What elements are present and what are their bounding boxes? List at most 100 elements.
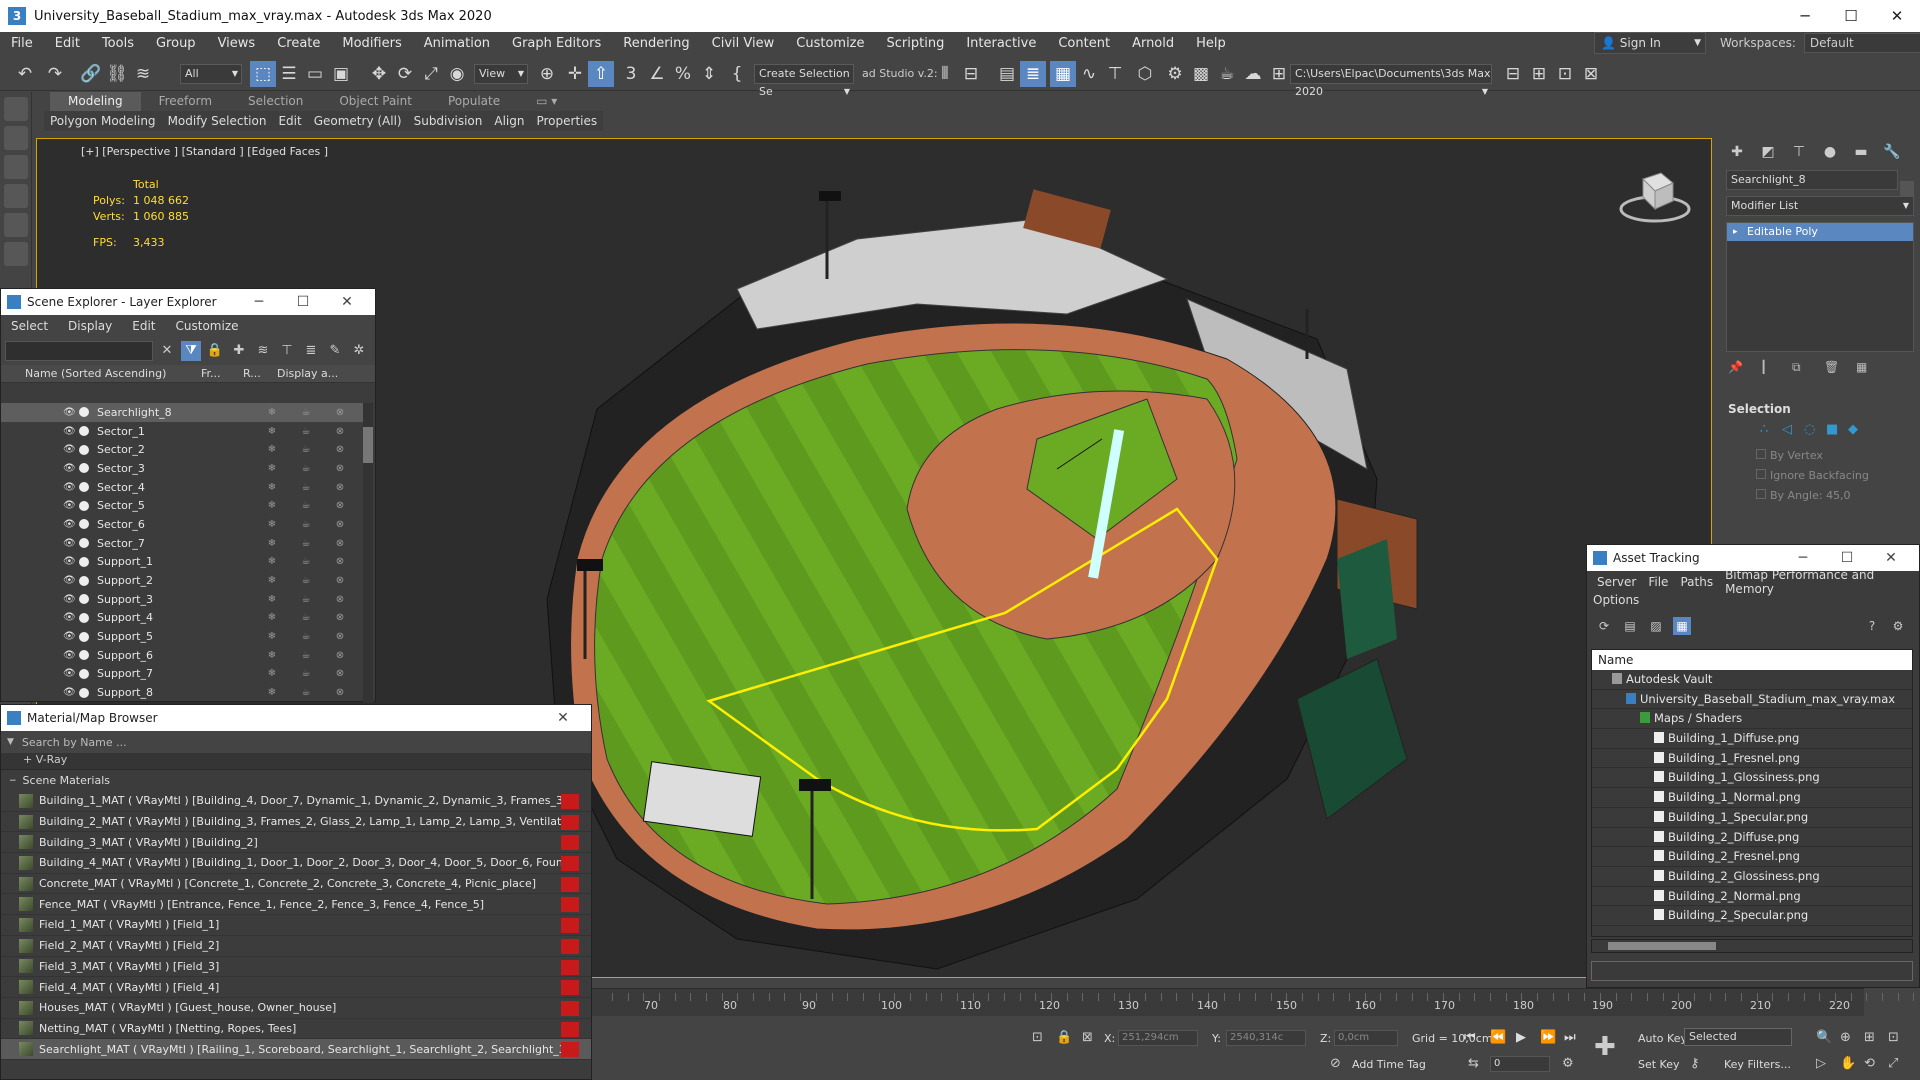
- display-box-icon[interactable]: ⊗: [323, 519, 357, 530]
- panel-subdivision[interactable]: Subdivision: [408, 111, 489, 131]
- selection-rollout-title[interactable]: Selection: [1720, 402, 1920, 422]
- vray-group[interactable]: + V-Ray: [1, 753, 591, 769]
- display-box-icon[interactable]: ⊗: [323, 463, 357, 474]
- display-box-icon[interactable]: ⊗: [323, 631, 357, 642]
- asset-hscrollbar[interactable]: [1591, 939, 1913, 953]
- render-teapot-icon[interactable]: ☕: [289, 668, 323, 679]
- scene-object-row[interactable]: 👁 Support_5 ❄ ☕ ⊗: [1, 627, 363, 646]
- visibility-eye-icon[interactable]: 👁: [63, 407, 76, 418]
- freeze-icon[interactable]: ❄: [255, 631, 289, 642]
- visibility-eye-icon[interactable]: 👁: [63, 538, 76, 549]
- key-icon[interactable]: ⚷: [1690, 1056, 1700, 1071]
- se-menu-customize[interactable]: Customize: [166, 319, 249, 333]
- add-layer-icon[interactable]: ✚: [229, 341, 249, 361]
- menu-views[interactable]: Views: [207, 36, 267, 51]
- menu-group[interactable]: Group: [145, 36, 207, 51]
- visibility-eye-icon[interactable]: 👁: [63, 594, 76, 605]
- asset-path-field[interactable]: [1591, 961, 1913, 981]
- collapse-icon[interactable]: ▼: [7, 737, 14, 747]
- filter-icon[interactable]: ⧩: [181, 341, 201, 361]
- asset-row[interactable]: Building_2_Diffuse.png: [1592, 828, 1912, 848]
- window-crossing-icon[interactable]: ▣: [328, 61, 354, 87]
- move-icon[interactable]: ✥: [366, 61, 392, 87]
- tab-freeform[interactable]: Freeform: [141, 92, 230, 111]
- asset-row[interactable]: University_Baseball_Stadium_max_vray.max: [1592, 690, 1912, 710]
- zoom-extents-icon[interactable]: ⊞: [1864, 1030, 1875, 1045]
- ribbon-options-icon[interactable]: ▭ ▾: [518, 92, 575, 111]
- menu-scripting[interactable]: Scripting: [876, 36, 956, 51]
- freeze-icon[interactable]: ❄: [255, 612, 289, 623]
- material-row[interactable]: Fence_MAT ( VRayMtl ) [Entrance, Fence_1…: [1, 894, 591, 916]
- asset-row[interactable]: Building_2_Fresnel.png: [1592, 847, 1912, 867]
- y-coordinate-field[interactable]: 2540,314c: [1226, 1030, 1306, 1046]
- material-browser-titlebar[interactable]: Material/Map Browser ✕: [1, 705, 591, 731]
- create-tab-icon[interactable]: ✚: [1726, 141, 1748, 163]
- play-icon[interactable]: ▶: [1516, 1030, 1526, 1045]
- time-config-icon[interactable]: ⚙: [1562, 1056, 1574, 1071]
- object-name-field[interactable]: Searchlight_8: [1726, 170, 1898, 190]
- absolute-mode-icon[interactable]: ⊠: [1082, 1030, 1093, 1045]
- display-box-icon[interactable]: ⊗: [323, 538, 357, 549]
- rect-selection-icon[interactable]: ▭: [302, 61, 328, 87]
- close-icon[interactable]: ✕: [541, 710, 585, 726]
- vertex-icon[interactable]: ∴: [1760, 422, 1782, 446]
- orbit-icon[interactable]: ⟲: [1864, 1056, 1875, 1071]
- modify-tab-icon[interactable]: ◩: [1757, 141, 1779, 163]
- schematic-view-icon[interactable]: ⊤: [1102, 61, 1128, 87]
- material-row[interactable]: Building_2_MAT ( VRayMtl ) [Building_3, …: [1, 812, 591, 833]
- viewport-label[interactable]: [+] [Perspective ] [Standard ] [Edged Fa…: [81, 145, 328, 158]
- display-box-icon[interactable]: ⊗: [323, 612, 357, 623]
- display-box-icon[interactable]: ⊗: [323, 650, 357, 661]
- freeze-icon[interactable]: ❄: [255, 556, 289, 567]
- panel-edit[interactable]: Edit: [272, 111, 307, 131]
- select-manipulate-icon[interactable]: ✛: [562, 61, 588, 87]
- menu-customize[interactable]: Customize: [785, 36, 875, 51]
- keyboard-shortcut-override-icon[interactable]: ⇧: [588, 61, 614, 87]
- visibility-eye-icon[interactable]: 👁: [63, 426, 76, 437]
- scene-explorer-titlebar[interactable]: Scene Explorer - Layer Explorer ─ ☐ ✕: [1, 289, 375, 315]
- at-menu-server[interactable]: Server: [1591, 575, 1642, 589]
- layers-icon[interactable]: ≋: [253, 341, 273, 361]
- freeze-icon[interactable]: ❄: [255, 594, 289, 605]
- edit-named-selection-icon[interactable]: {: [724, 61, 750, 87]
- panel-modify-selection[interactable]: Modify Selection: [162, 111, 273, 131]
- workspaces-dropdown[interactable]: Default: [1803, 33, 1920, 53]
- set-key-button[interactable]: Set Key: [1638, 1058, 1680, 1071]
- reference-coordinate-dropdown[interactable]: View ▼: [474, 64, 528, 84]
- render-teapot-icon[interactable]: ☕: [289, 556, 323, 567]
- asset-col-name[interactable]: Name: [1592, 650, 1912, 670]
- freeze-icon[interactable]: ❄: [255, 444, 289, 455]
- panel-align[interactable]: Align: [488, 111, 530, 131]
- se-menu-edit[interactable]: Edit: [122, 319, 165, 333]
- scene-object-row[interactable]: 👁 Support_6 ❄ ☕ ⊗: [1, 646, 363, 665]
- curve-editor-icon[interactable]: ∿: [1076, 61, 1102, 87]
- scene-object-row[interactable]: 👁 Support_2 ❄ ☕ ⊗: [1, 571, 363, 590]
- polygon-icon[interactable]: ■: [1826, 422, 1848, 446]
- asset-tracking-titlebar[interactable]: Asset Tracking ─ ☐ ✕: [1587, 545, 1919, 571]
- display-box-icon[interactable]: ⊗: [323, 594, 357, 605]
- visibility-eye-icon[interactable]: 👁: [63, 650, 76, 661]
- menu-rendering[interactable]: Rendering: [612, 36, 700, 51]
- link-icon[interactable]: 🔗: [78, 61, 104, 87]
- render-teapot-icon[interactable]: ☕: [289, 463, 323, 474]
- ignore-backfacing-checkbox[interactable]: Ignore Backfacing: [1720, 466, 1920, 486]
- menu-arnold[interactable]: Arnold: [1121, 36, 1185, 51]
- tab-selection[interactable]: Selection: [230, 92, 321, 111]
- tab-modeling[interactable]: Modeling: [50, 92, 141, 111]
- percent-snap-icon[interactable]: %: [670, 61, 696, 87]
- toggle-layer-explorer-icon[interactable]: ≣: [1020, 61, 1046, 87]
- asset-row[interactable]: Maps / Shaders: [1592, 709, 1912, 730]
- render-production-icon[interactable]: ☕: [1214, 61, 1240, 87]
- by-angle-checkbox[interactable]: By Angle: 45,0: [1720, 486, 1920, 506]
- tab-populate[interactable]: Populate: [430, 92, 518, 111]
- stack-item-editable-poly[interactable]: Editable Poly: [1727, 223, 1913, 241]
- undo-icon[interactable]: ↶: [12, 61, 38, 87]
- render-in-cloud-icon[interactable]: ☁: [1240, 61, 1266, 87]
- visibility-eye-icon[interactable]: 👁: [63, 482, 76, 493]
- scene-object-row[interactable]: 👁 Sector_1 ❄ ☕ ⊗: [1, 422, 363, 441]
- menu-edit[interactable]: Edit: [44, 36, 91, 51]
- asset-row[interactable]: Building_2_Specular.png: [1592, 906, 1912, 926]
- render-teapot-icon[interactable]: ☕: [289, 444, 323, 455]
- render-teapot-icon[interactable]: ☕: [289, 426, 323, 437]
- isolate-icon[interactable]: ⊡: [1032, 1030, 1043, 1045]
